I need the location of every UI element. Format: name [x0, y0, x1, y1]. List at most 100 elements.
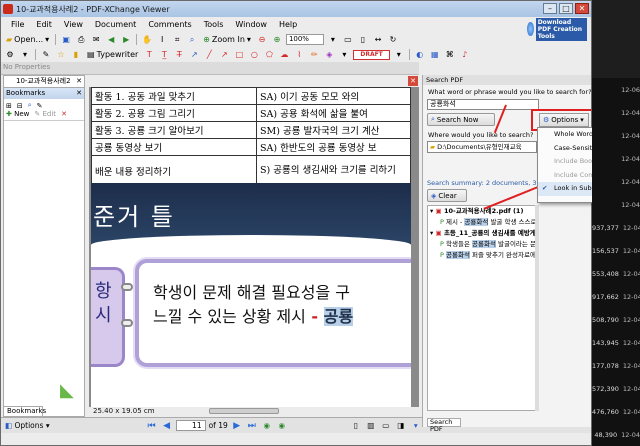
- close-bookmarks-icon[interactable]: ✕: [76, 88, 82, 99]
- textbox-icon[interactable]: T: [143, 49, 155, 61]
- collapse-icon[interactable]: ⊟: [17, 102, 23, 110]
- document-tab-label: 10-교과적용사례2: [16, 77, 71, 85]
- bookmark-options-icon[interactable]: ✎: [37, 102, 43, 110]
- ellipse-icon[interactable]: ○: [248, 49, 260, 61]
- single-page-icon[interactable]: ▯: [350, 420, 362, 432]
- rotate-icon[interactable]: ↻: [387, 34, 399, 46]
- line-icon[interactable]: ╱: [203, 49, 215, 61]
- close-document-button[interactable]: ✕: [408, 76, 418, 86]
- title-bar[interactable]: 10-교과적용사례2 - PDF-XChange Viewer – □ ✕: [1, 1, 591, 17]
- search-now-button[interactable]: ⌕ Search Now: [427, 113, 495, 126]
- slide-left-panel: 항 시: [91, 267, 125, 367]
- facing-icon[interactable]: ▭: [380, 420, 392, 432]
- background-file-list: 12-06 12-04 12-04 12-04 12-04 12-04 937,…: [592, 78, 640, 446]
- actual-size-icon[interactable]: ▭: [342, 34, 354, 46]
- print-icon[interactable]: ⎙: [75, 34, 87, 46]
- result-hit[interactable]: P 공룡화석 퍼즐 맞추기 완성자료에 제인하: [428, 250, 538, 261]
- stamp-dropdown-icon[interactable]: ▾: [338, 49, 350, 61]
- rectangle-icon[interactable]: □: [233, 49, 245, 61]
- search-tab[interactable]: Search PDF: [427, 418, 461, 433]
- list-item: 553,408 12-04: [592, 269, 640, 278]
- snapshot-icon[interactable]: ⌗: [171, 34, 183, 46]
- results-scrollbar[interactable]: [535, 205, 539, 411]
- hand-tool-icon[interactable]: ✋: [141, 34, 153, 46]
- last-page-icon[interactable]: ⏭: [246, 420, 258, 432]
- clear-results-button[interactable]: ◈ Clear: [427, 189, 467, 202]
- cloud-icon[interactable]: ☁: [278, 49, 290, 61]
- draft-stamp-button[interactable]: DRAFT: [353, 49, 390, 60]
- email-icon[interactable]: ✉: [90, 34, 102, 46]
- select-text-icon[interactable]: I: [156, 34, 168, 46]
- layout-dropdown-icon[interactable]: ▾: [410, 420, 422, 432]
- typewriter-button[interactable]: ▤ Typewriter: [85, 49, 140, 61]
- list-item: 143,945 12-04: [592, 338, 640, 347]
- minimize-button[interactable]: –: [543, 3, 557, 14]
- back-icon[interactable]: ◀: [105, 34, 117, 46]
- search-input[interactable]: 공룡화석: [427, 99, 539, 110]
- continuous-icon[interactable]: ▥: [365, 420, 377, 432]
- result-hit[interactable]: P 제시 - 공룡화석 발굴 학생 스스로 문제: [428, 217, 538, 228]
- bookmarks-tab[interactable]: Bookmarks: [3, 406, 46, 417]
- menu-help[interactable]: Help: [279, 20, 297, 29]
- fit-page-icon[interactable]: ▯: [357, 34, 369, 46]
- find-bookmark-icon[interactable]: ⌕: [28, 101, 32, 110]
- eraser-icon[interactable]: ◈: [323, 49, 335, 61]
- properties-label: No Properties: [3, 63, 51, 71]
- options-menu-button[interactable]: ◧ Options ▾: [5, 420, 50, 432]
- menu-tools[interactable]: Tools: [204, 20, 224, 29]
- close-window-button[interactable]: ✕: [575, 3, 589, 14]
- open-button[interactable]: ▰ Open... ▾: [4, 34, 51, 46]
- document-tab[interactable]: 10-교과적용사례2 ✕: [3, 75, 85, 87]
- page-number-input[interactable]: 11: [175, 420, 206, 431]
- menu-file[interactable]: File: [11, 20, 24, 29]
- highlight-icon[interactable]: ▮: [70, 49, 82, 61]
- area-icon[interactable]: ▦: [429, 49, 441, 61]
- zoom-plus-icon[interactable]: ⊕: [271, 34, 283, 46]
- cover-icon[interactable]: ◨: [395, 420, 407, 432]
- search-location-select[interactable]: ▰ D:\Documents\유형인재교육: [427, 141, 537, 153]
- first-page-icon[interactable]: ⏮: [146, 420, 158, 432]
- settings-icon[interactable]: ⚙: [4, 49, 16, 61]
- stamp-menu-icon[interactable]: ▾: [393, 49, 405, 61]
- document-view[interactable]: 활동 1. 공동 과일 맞추기 SA) 이기 공동 모모 와의 활동 2. 공용 …: [89, 87, 419, 407]
- find-icon[interactable]: ⌕: [186, 34, 198, 46]
- attach-icon[interactable]: ⌘: [444, 49, 456, 61]
- next-page-icon[interactable]: ▶: [231, 420, 243, 432]
- polyline-icon[interactable]: ⌇: [293, 49, 305, 61]
- save-icon[interactable]: ▣: [60, 34, 72, 46]
- zoom-in-button[interactable]: ⊕ Zoom In ▾: [201, 34, 253, 46]
- maximize-button[interactable]: □: [559, 3, 573, 14]
- new-bookmark-button[interactable]: ✚ New: [6, 110, 29, 118]
- go-back-icon[interactable]: ◉: [261, 420, 273, 432]
- zoom-out-icon[interactable]: ⊖: [256, 34, 268, 46]
- prev-page-icon[interactable]: ◀: [161, 420, 173, 432]
- menu-comments[interactable]: Comments: [148, 20, 191, 29]
- edit-bookmark-button[interactable]: ✎ Edit: [34, 110, 56, 118]
- toolbar-dropdown-icon[interactable]: ▾: [19, 49, 31, 61]
- underline-text-icon[interactable]: T̲: [158, 49, 170, 61]
- sticky-note-icon[interactable]: ☆: [55, 49, 67, 61]
- menu-view[interactable]: View: [64, 20, 83, 29]
- result-file[interactable]: ▾ ▣ 초등_11_공룡의 생김새를 예방게 알자.pdf (2): [428, 228, 538, 239]
- menu-document[interactable]: Document: [95, 20, 136, 29]
- horizontal-scroll-thumb[interactable]: [209, 408, 279, 414]
- strikeout-icon[interactable]: T̶: [173, 49, 185, 61]
- callout-icon[interactable]: ↗: [188, 49, 200, 61]
- pencil-icon[interactable]: ✏: [308, 49, 320, 61]
- close-tab-icon[interactable]: ✕: [76, 76, 82, 87]
- forward-icon[interactable]: ▶: [120, 34, 132, 46]
- menu-window[interactable]: Window: [235, 20, 267, 29]
- go-forward-icon[interactable]: ◉: [276, 420, 288, 432]
- delete-bookmark-icon[interactable]: ✕: [61, 110, 67, 118]
- expand-icon[interactable]: ⊞: [6, 102, 12, 110]
- polygon-icon[interactable]: ⬠: [263, 49, 275, 61]
- zoom-dropdown-icon[interactable]: ▾: [327, 34, 339, 46]
- result-hit[interactable]: P 학생들은 공룡화석 발굴이라는 문제 상황: [428, 239, 538, 250]
- sound-icon[interactable]: ♪: [459, 49, 471, 61]
- zoom-level-input[interactable]: 100%: [285, 34, 324, 45]
- menu-edit[interactable]: Edit: [36, 20, 52, 29]
- arrow-icon[interactable]: ↗: [218, 49, 230, 61]
- fit-width-icon[interactable]: ↔: [372, 34, 384, 46]
- measure-icon[interactable]: ◐: [414, 49, 426, 61]
- edit-tool-icon[interactable]: ✎: [40, 49, 52, 61]
